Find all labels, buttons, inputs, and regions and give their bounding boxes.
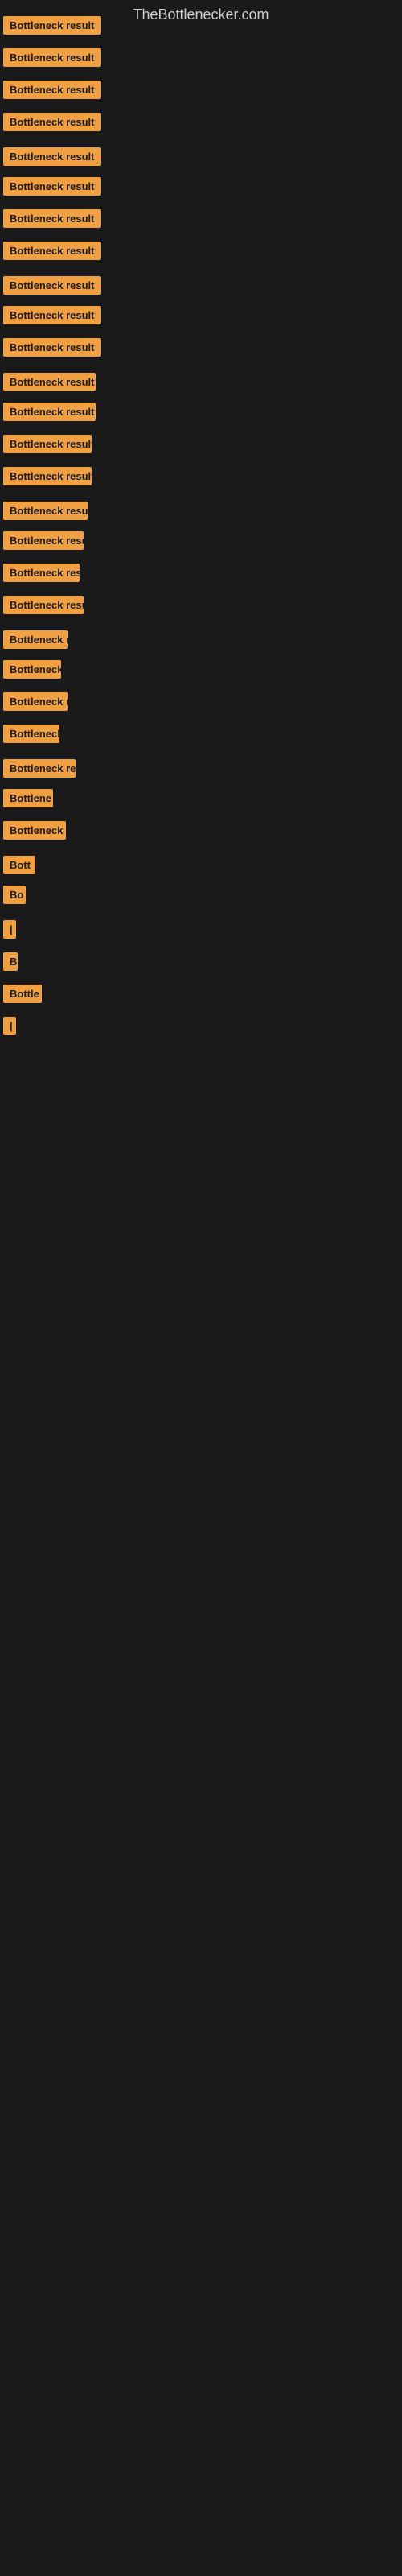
- bottleneck-badge: Bottleneck: [3, 724, 59, 743]
- bottleneck-item: Bottleneck result: [3, 306, 100, 328]
- bottleneck-badge: Bottleneck res: [3, 564, 80, 582]
- bottleneck-item: Bottlene: [3, 789, 53, 811]
- bottleneck-badge: B: [3, 952, 18, 971]
- bottleneck-item: Bottleneck r: [3, 692, 68, 715]
- bottleneck-item: Bottleneck r: [3, 630, 68, 653]
- bottleneck-badge: Bottleneck r: [3, 821, 66, 840]
- bottleneck-item: Bottleneck result: [3, 402, 96, 425]
- bottleneck-badge: Bottleneck result: [3, 16, 100, 35]
- bottleneck-item: Bottleneck res: [3, 759, 76, 782]
- bottleneck-badge: Bottleneck result: [3, 80, 100, 99]
- bottleneck-badge: Bottleneck result: [3, 177, 100, 196]
- bottleneck-badge: Bottleneck result: [3, 502, 88, 520]
- bottleneck-item: B: [3, 952, 18, 975]
- bottleneck-item: Bottleneck result: [3, 147, 100, 170]
- bottleneck-badge: Bottleneck result: [3, 402, 96, 421]
- bottleneck-item: Bottleneck result: [3, 502, 88, 524]
- bottleneck-badge: Bottle: [3, 985, 42, 1003]
- bottleneck-badge: Bottleneck result: [3, 48, 100, 67]
- bottleneck-item: Bottleneck result: [3, 242, 100, 264]
- bottleneck-badge: Bottleneck result: [3, 276, 100, 295]
- bottleneck-item: Bottleneck result: [3, 467, 92, 489]
- bottleneck-item: Bottleneck result: [3, 80, 100, 103]
- bottleneck-badge: Bottlene: [3, 789, 53, 807]
- bottleneck-item: Bottle: [3, 985, 42, 1007]
- bottleneck-item: Bottleneck: [3, 724, 59, 747]
- bottleneck-item: Bottleneck result: [3, 209, 100, 232]
- bottleneck-item: Bottleneck res: [3, 564, 80, 586]
- bottleneck-item: |: [3, 920, 16, 943]
- bottleneck-badge: Bott: [3, 856, 35, 874]
- bottleneck-item: Bottleneck result: [3, 113, 100, 135]
- bottleneck-badge: Bo: [3, 886, 26, 904]
- bottleneck-item: |: [3, 1017, 16, 1039]
- bottleneck-badge: Bottleneck result: [3, 306, 100, 324]
- bottleneck-badge: Bottleneck result: [3, 209, 100, 228]
- bottleneck-item: Bottleneck result: [3, 276, 100, 299]
- bottleneck-badge: |: [3, 1017, 16, 1035]
- bottleneck-item: Bottleneck result: [3, 435, 92, 457]
- bottleneck-badge: Bottleneck: [3, 660, 61, 679]
- bottleneck-item: Bottleneck result: [3, 177, 100, 200]
- bottleneck-badge: Bottleneck result: [3, 435, 92, 453]
- bottleneck-badge: Bottleneck result: [3, 373, 96, 391]
- bottleneck-badge: Bottleneck result: [3, 242, 100, 260]
- bottleneck-badge: Bottleneck r: [3, 692, 68, 711]
- bottleneck-badge: Bottleneck r: [3, 630, 68, 649]
- bottleneck-item: Bottleneck result: [3, 373, 96, 395]
- bottleneck-badge: Bottleneck result: [3, 338, 100, 357]
- bottleneck-item: Bottleneck r: [3, 821, 66, 844]
- bottleneck-item: Bott: [3, 856, 35, 878]
- bottleneck-badge: Bottleneck result: [3, 596, 84, 614]
- bottleneck-badge: Bottleneck result: [3, 467, 92, 485]
- bottleneck-badge: Bottleneck result: [3, 113, 100, 131]
- bottleneck-item: Bottleneck: [3, 660, 61, 683]
- bottleneck-item: Bottleneck result: [3, 338, 100, 361]
- bottleneck-badge: Bottleneck result: [3, 531, 84, 550]
- bottleneck-item: Bottleneck result: [3, 531, 84, 554]
- bottleneck-badge: Bottleneck res: [3, 759, 76, 778]
- bottleneck-item: Bottleneck result: [3, 48, 100, 71]
- bottleneck-badge: Bottleneck result: [3, 147, 100, 166]
- bottleneck-item: Bottleneck result: [3, 596, 84, 618]
- bottleneck-badge: |: [3, 920, 16, 939]
- bottleneck-item: Bo: [3, 886, 26, 908]
- bottleneck-item: Bottleneck result: [3, 16, 100, 39]
